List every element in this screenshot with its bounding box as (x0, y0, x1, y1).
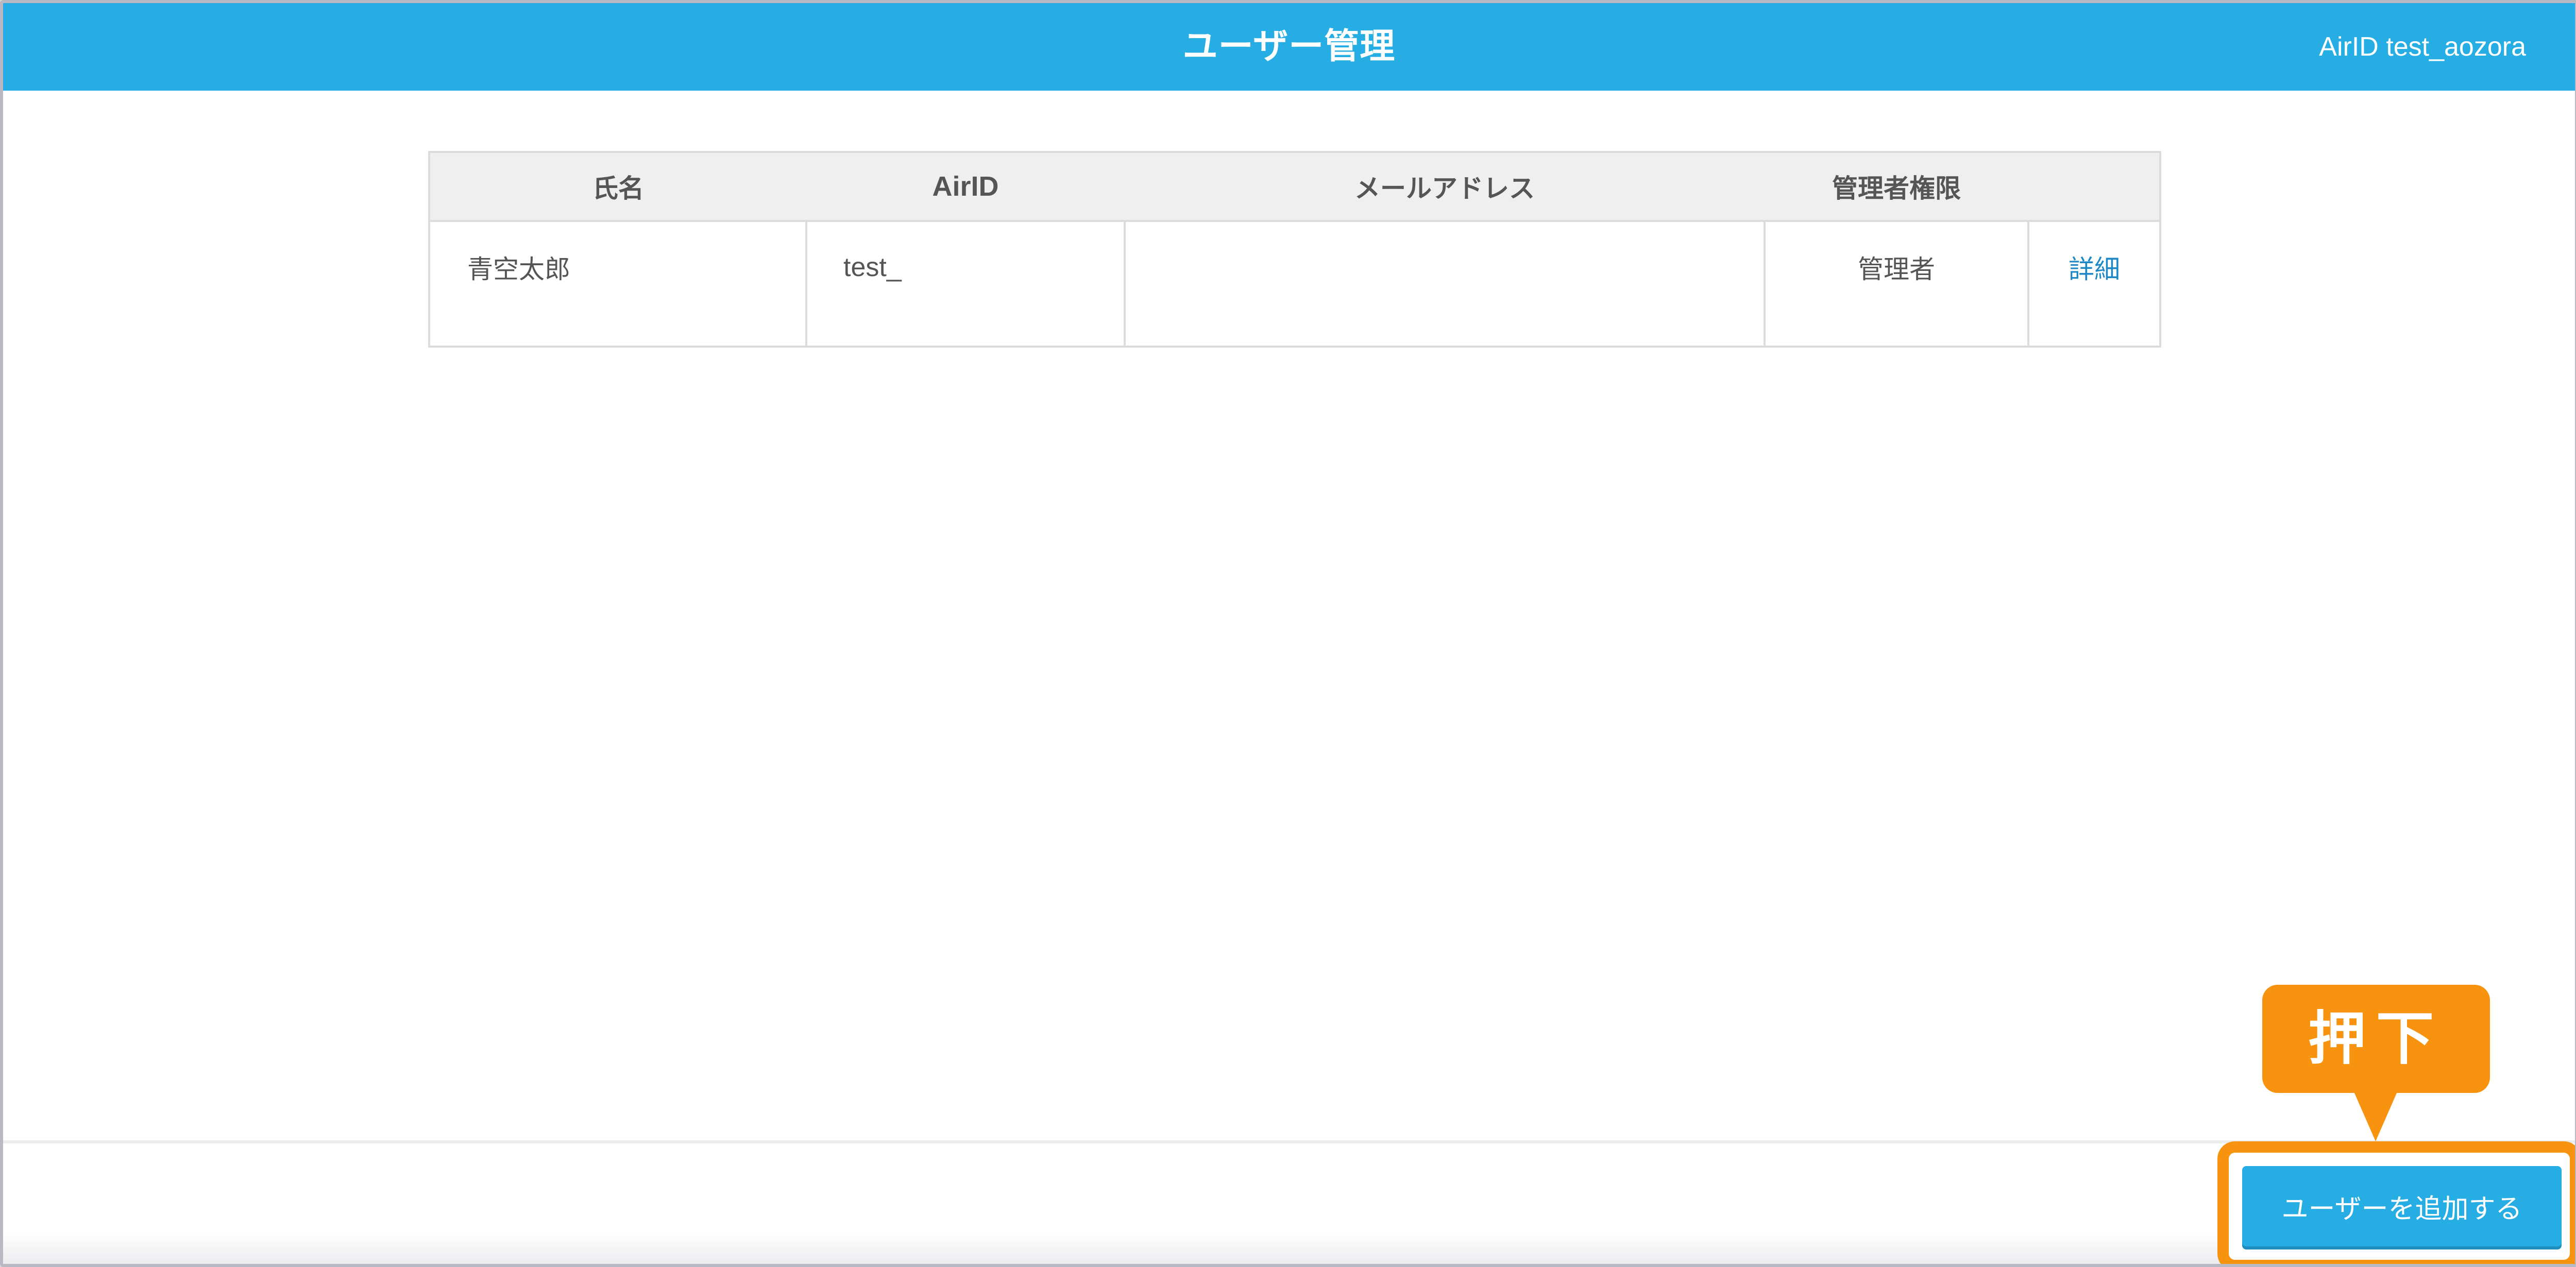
column-header-airid: AirID (806, 151, 1125, 222)
cell-email (1124, 220, 1766, 348)
cell-name: 青空太郎 (428, 220, 807, 348)
column-header-actions (2028, 151, 2161, 222)
add-user-button[interactable]: ユーザーを追加する (2242, 1166, 2562, 1246)
header-bar: ユーザー管理 AirID test_aozora (3, 3, 2575, 91)
detail-link[interactable]: 詳細 (2029, 249, 2159, 286)
cell-actions: 詳細 (2027, 220, 2161, 348)
cell-airid: test_ (805, 220, 1126, 348)
instruction-callout: 押下 (2262, 985, 2490, 1093)
app-window: ユーザー管理 AirID test_aozora 氏名 AirID メールアドレ… (0, 0, 2576, 1267)
column-header-name: 氏名 (428, 151, 806, 222)
callout-pointer (2354, 1092, 2397, 1141)
user-table: 氏名 AirID メールアドレス 管理者権限 青空太郎 test_ 管理者 詳細 (428, 151, 2161, 348)
column-header-email: メールアドレス (1125, 151, 1765, 222)
table-header-row: 氏名 AirID メールアドレス 管理者権限 (428, 151, 2161, 222)
account-label: AirID test_aozora (2319, 32, 2526, 62)
page-title: ユーザー管理 (1182, 26, 1396, 67)
footer-area (3, 1233, 2575, 1264)
user-airid: test_ (843, 252, 902, 282)
cell-admin-role: 管理者 (1764, 220, 2029, 348)
footer-divider (3, 1140, 2575, 1143)
table-row: 青空太郎 test_ 管理者 詳細 (428, 220, 2161, 348)
column-header-admin-role: 管理者権限 (1765, 151, 2028, 222)
user-name: 青空太郎 (467, 254, 570, 284)
user-role: 管理者 (1858, 254, 1935, 284)
